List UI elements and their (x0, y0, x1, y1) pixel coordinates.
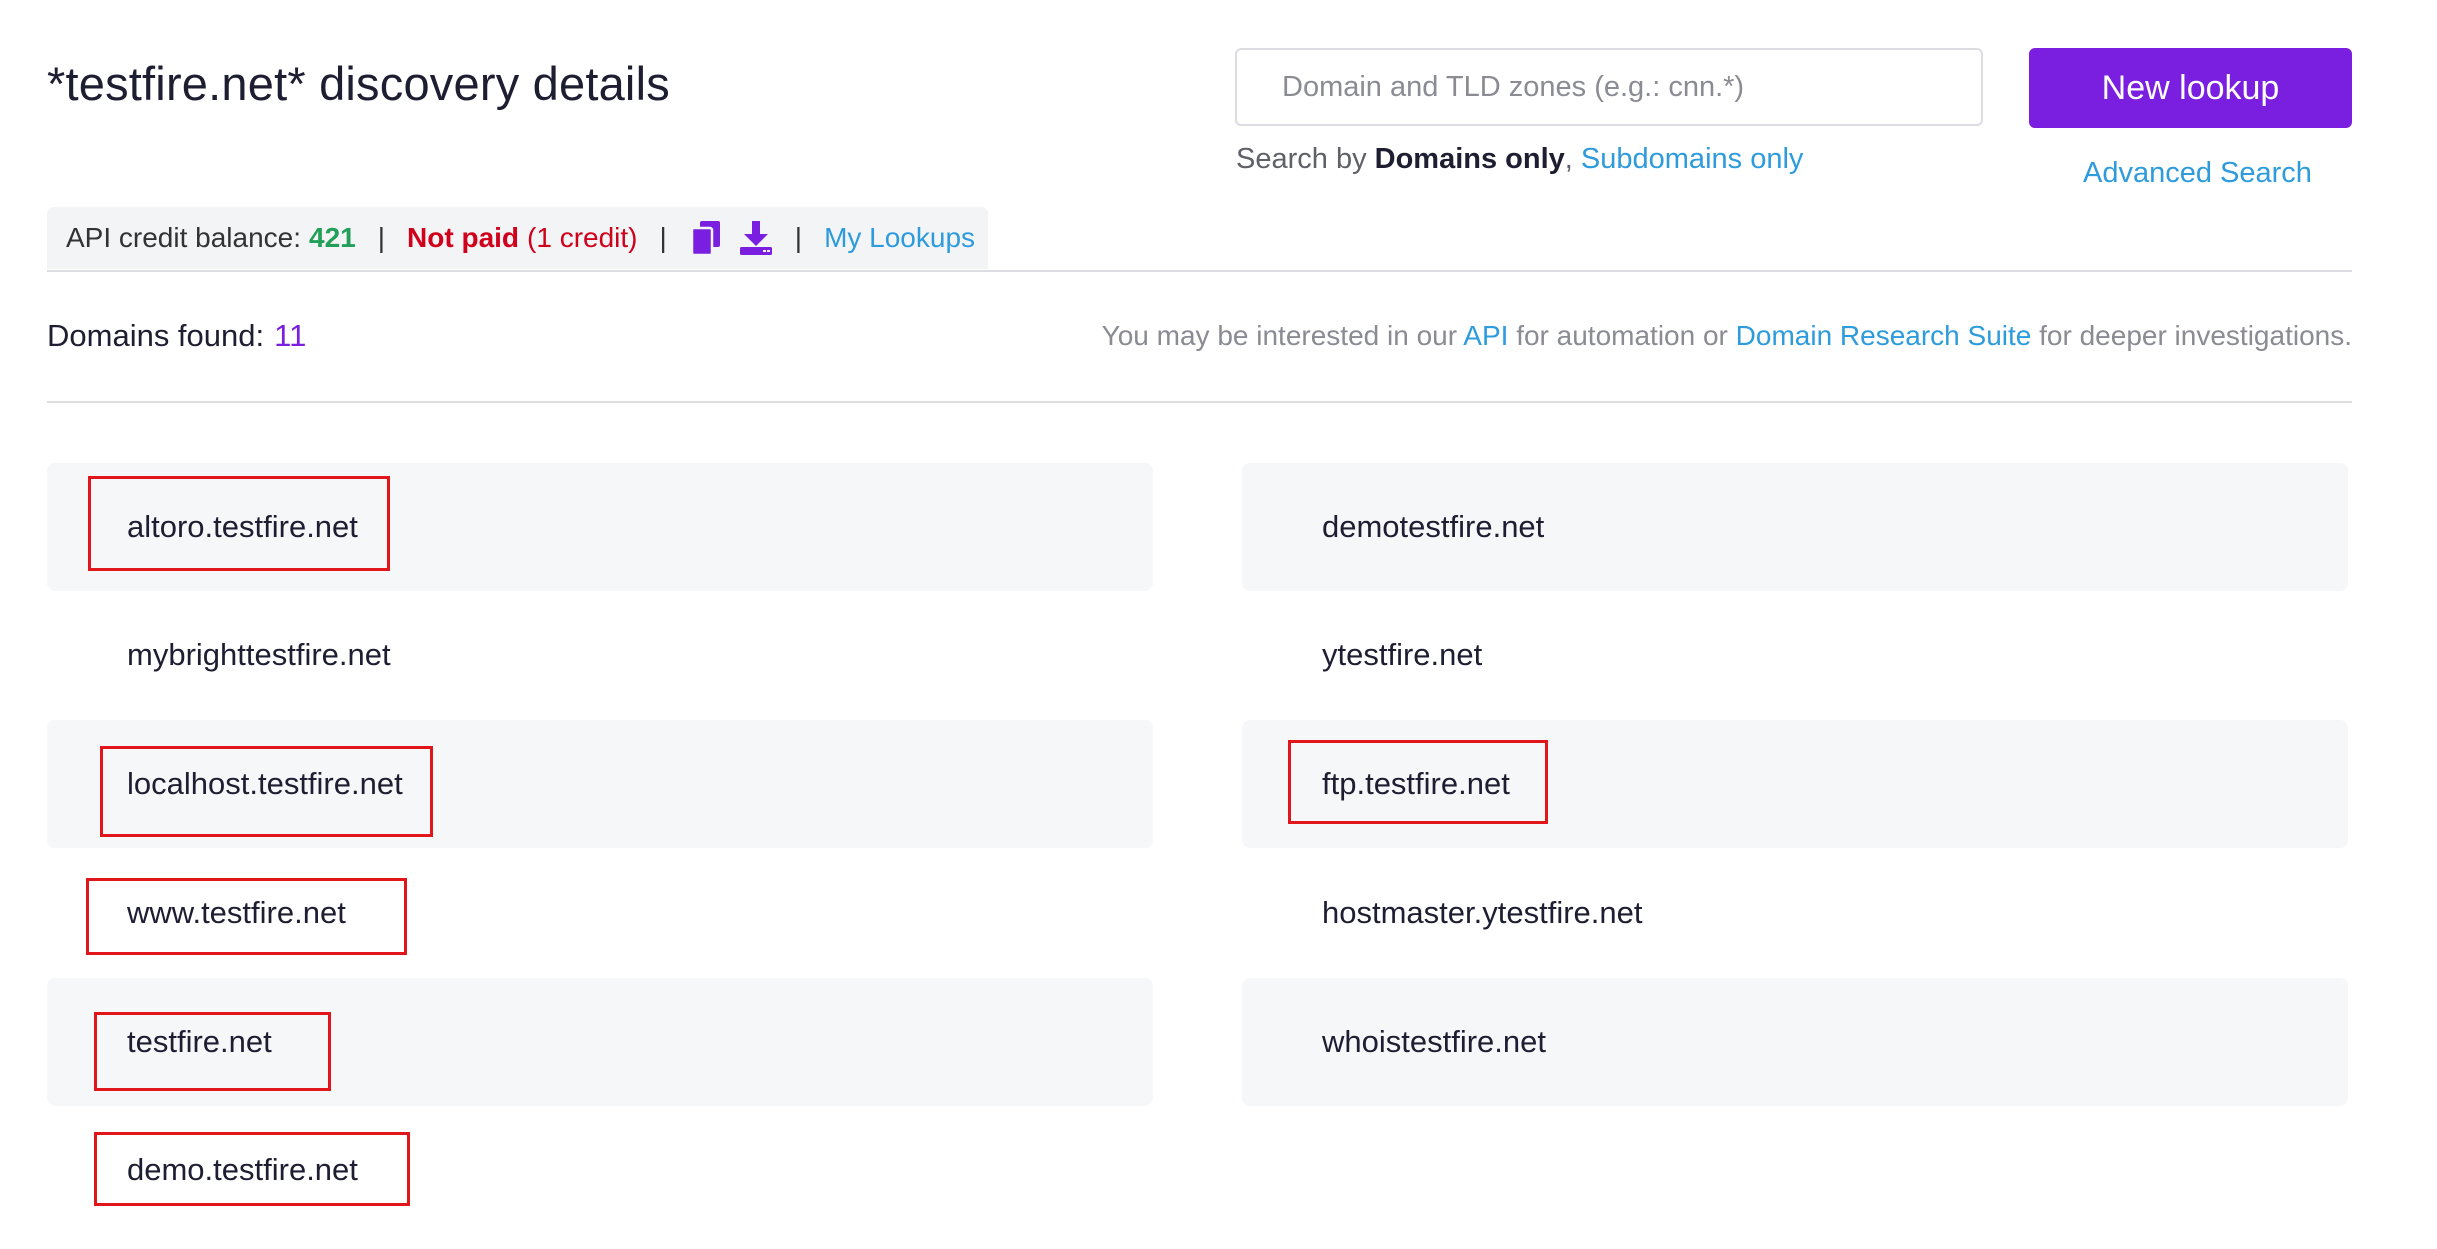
credit-toolbar: API credit balance: 421 | Not paid (1 cr… (47, 207, 988, 269)
copy-icon[interactable] (689, 219, 723, 257)
subdomains-only-link[interactable]: Subdomains only (1581, 143, 1803, 175)
list-item: demotestfire.net (1242, 463, 2348, 591)
domain-link[interactable]: whoistestfire.net (1322, 1024, 1546, 1060)
download-icon[interactable] (739, 219, 773, 257)
credit-balance-label: API credit balance: (66, 222, 302, 253)
credit-cost: (1 credit) (527, 222, 638, 253)
divider (47, 401, 2352, 403)
domains-found-count: 11 (274, 318, 307, 353)
highlight-box (100, 746, 433, 837)
domains-found-label: Domains found: (47, 318, 265, 353)
promo-text: You may be interested in our API for aut… (1102, 320, 2352, 352)
domain-search-field[interactable] (1235, 48, 1983, 126)
my-lookups-link[interactable]: My Lookups (824, 222, 975, 254)
domains-only-option[interactable]: Domains only (1375, 143, 1565, 175)
list-item: mybrighttestfire.net (47, 591, 1153, 719)
search-by-label: Search by (1236, 143, 1367, 175)
list-item: whoistestfire.net (1242, 978, 2348, 1106)
domain-research-suite-link[interactable]: Domain Research Suite (1736, 320, 2032, 351)
promo-suffix: for deeper investigations. (2039, 320, 2352, 351)
advanced-search-link[interactable]: Advanced Search (2083, 157, 2312, 190)
domain-link[interactable]: hostmaster.ytestfire.net (1322, 895, 1642, 931)
highlight-box (94, 1132, 410, 1206)
highlight-box (86, 878, 407, 955)
highlight-box (94, 1012, 331, 1091)
highlight-box (88, 476, 390, 571)
divider (47, 270, 2352, 272)
promo-middle: for automation or (1516, 320, 1728, 351)
list-item: ytestfire.net (1242, 591, 2348, 719)
page-title: *testfire.net* discovery details (47, 57, 670, 110)
search-input[interactable] (1237, 50, 1981, 124)
highlight-box (1288, 740, 1548, 824)
credit-balance-value: 421 (309, 222, 356, 253)
domain-link[interactable]: mybrighttestfire.net (127, 637, 391, 673)
separator: | (659, 222, 667, 253)
api-link[interactable]: API (1463, 320, 1508, 351)
list-item: hostmaster.ytestfire.net (1242, 849, 2348, 977)
domains-found: Domains found: 11 (47, 318, 306, 354)
search-mode: Search by Domains only, Subdomains only (1236, 143, 1803, 176)
separator: | (377, 222, 386, 253)
search-mode-comma: , (1564, 143, 1573, 175)
separator: | (794, 222, 803, 253)
promo-prefix: You may be interested in our (1101, 320, 1458, 351)
payment-status: Not paid (407, 222, 520, 253)
new-lookup-button[interactable]: New lookup (2029, 48, 2352, 128)
domain-link[interactable]: ytestfire.net (1322, 637, 1482, 673)
domain-link[interactable]: demotestfire.net (1322, 509, 1544, 545)
